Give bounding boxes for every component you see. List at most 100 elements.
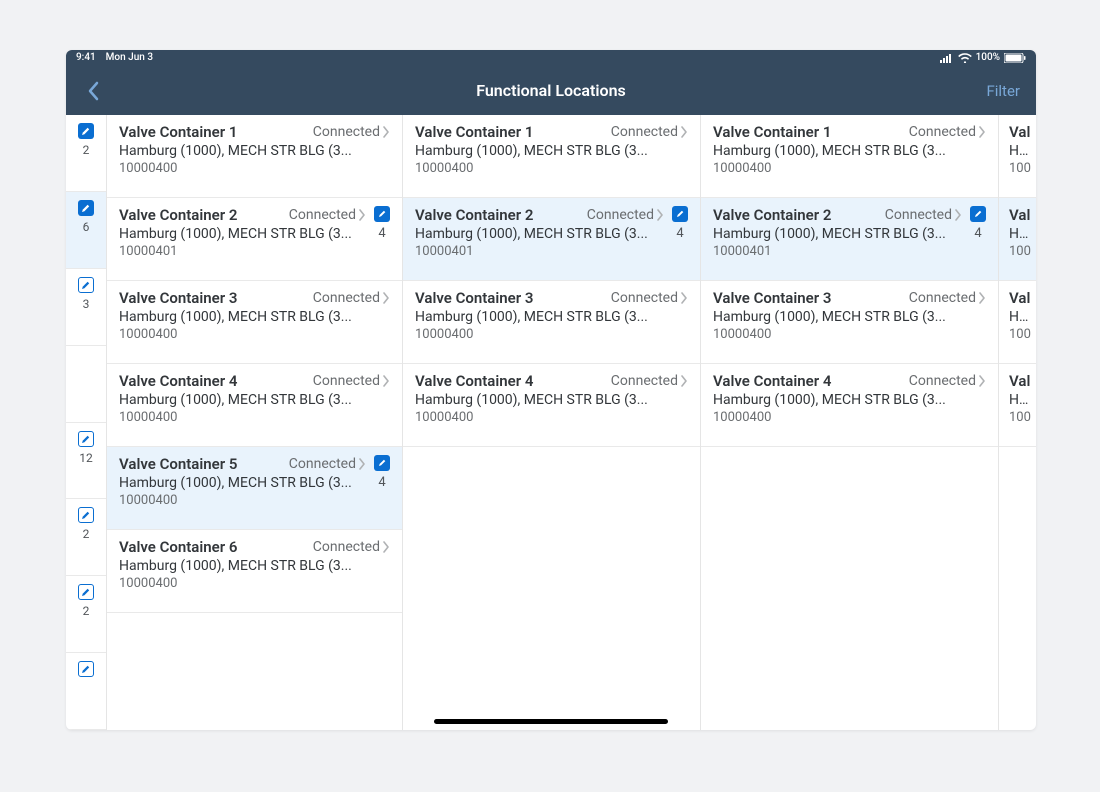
list-item[interactable]: ValHam100 xyxy=(999,281,1036,364)
item-status: Connected xyxy=(611,124,688,140)
item-title: Valve Container 1 xyxy=(415,123,605,141)
item-subtitle: Hamburg (1000), MECH STR BLG (3... xyxy=(415,392,688,408)
item-status-text: Connected xyxy=(313,373,380,389)
chevron-right-icon xyxy=(978,126,986,138)
item-status: Connected xyxy=(313,373,390,389)
item-status: Connected xyxy=(909,124,986,140)
item-title: Valve Container 4 xyxy=(415,372,605,390)
edit-icon xyxy=(78,507,94,523)
home-indicator xyxy=(434,719,668,724)
sidebar-item-6[interactable]: 2 xyxy=(66,576,106,653)
item-subtitle: Hamburg (1000), MECH STR BLG (3... xyxy=(119,309,390,325)
list-item[interactable]: Valve Container 1ConnectedHamburg (1000)… xyxy=(403,115,700,198)
list-item[interactable]: Valve Container 4 Connected Hamburg (1000)… xyxy=(403,364,700,447)
list-item[interactable]: ValHam100 xyxy=(999,115,1036,198)
sidebar-item-5[interactable]: 2 xyxy=(66,499,106,576)
sidebar-item-7[interactable] xyxy=(66,653,106,730)
item-subtitle: Hamburg (1000), MECH STR BLG (3... xyxy=(119,226,390,242)
item-status-text: Connected xyxy=(611,373,678,389)
status-bar: 9:41 Mon Jun 3 100% xyxy=(66,50,1036,66)
sidebar-item-3[interactable] xyxy=(66,346,106,423)
item-title: Val xyxy=(1009,289,1036,307)
chevron-right-icon xyxy=(680,126,688,138)
chevron-right-icon xyxy=(382,126,390,138)
sidebar: 2 6 3 12 2 2 xyxy=(66,115,107,730)
badge-count: 4 xyxy=(378,475,385,490)
item-id: 10000400 xyxy=(713,161,986,176)
item-title: Valve Container 5 xyxy=(119,455,283,473)
item-id: 10000401 xyxy=(415,244,688,259)
list-item[interactable]: ValHam100 xyxy=(999,364,1036,447)
content: 2 6 3 12 2 2 Valve Container 1 Connected Hambur… xyxy=(66,115,1036,730)
list-item[interactable]: Valve Container 3ConnectedHamburg (1000)… xyxy=(403,281,700,364)
back-button[interactable] xyxy=(86,81,100,101)
sidebar-count: 3 xyxy=(83,297,90,311)
item-status: Connected xyxy=(909,373,986,389)
item-title: Valve Container 6 xyxy=(119,538,307,556)
edit-icon xyxy=(78,277,94,293)
sidebar-item-4[interactable]: 12 xyxy=(66,423,106,500)
item-subtitle: Hamburg (1000), MECH STR BLG (3... xyxy=(119,392,390,408)
chevron-right-icon xyxy=(382,375,390,387)
item-badge: 4 xyxy=(970,206,986,241)
item-subtitle: Hamburg (1000), MECH STR BLG (3... xyxy=(119,475,390,491)
device-frame: 9:41 Mon Jun 3 100% xyxy=(66,50,1036,730)
battery-icon xyxy=(1004,53,1026,63)
edit-icon xyxy=(78,431,94,447)
list-item[interactable]: Valve Container 2ConnectedHamburg (1000)… xyxy=(403,198,700,281)
list-item[interactable]: Valve Container 5 Connected Hamburg (1000)… xyxy=(107,447,402,530)
list-item[interactable]: Valve Container 1ConnectedHamburg (1000)… xyxy=(701,115,998,198)
item-id: 100 xyxy=(1009,244,1036,259)
list-item[interactable]: Valve Container 4ConnectedHamburg (1000)… xyxy=(701,364,998,447)
item-status: Connected xyxy=(587,207,664,223)
list-item[interactable]: ValHam100 xyxy=(999,198,1036,281)
list-item[interactable]: Valve Container 2ConnectedHamburg (1000)… xyxy=(107,198,402,281)
status-time: 9:41 xyxy=(76,52,96,63)
item-subtitle: Hamburg (1000), MECH STR BLG (3... xyxy=(713,392,986,408)
battery-percent: 100% xyxy=(976,50,1000,66)
edit-icon xyxy=(78,200,94,216)
item-status-text: Connected xyxy=(313,290,380,306)
item-title: Valve Container 4 xyxy=(119,372,307,390)
item-status: Connected xyxy=(611,373,688,389)
sidebar-count: 2 xyxy=(83,604,90,618)
sidebar-item-1[interactable]: 6 xyxy=(66,192,106,269)
list-item[interactable]: Valve Container 6ConnectedHamburg (1000)… xyxy=(107,530,402,613)
edit-icon xyxy=(78,661,94,677)
item-title: Valve Container 3 xyxy=(119,289,307,307)
item-id: 10000400 xyxy=(713,410,986,425)
item-status-text: Connected xyxy=(587,207,654,223)
sidebar-item-0[interactable]: 2 xyxy=(66,115,106,192)
item-status: Connected xyxy=(313,124,390,140)
sidebar-item-2[interactable]: 3 xyxy=(66,269,106,346)
chevron-right-icon xyxy=(680,375,688,387)
chevron-right-icon xyxy=(680,292,688,304)
status-date: Mon Jun 3 xyxy=(106,52,153,63)
list-item[interactable]: Valve Container 1ConnectedHamburg (1000)… xyxy=(107,115,402,198)
item-title: Valve Container 3 xyxy=(713,289,903,307)
badge-count: 4 xyxy=(378,226,385,241)
item-status: Connected xyxy=(885,207,962,223)
item-subtitle: Hamburg (1000), MECH STR BLG (3... xyxy=(713,226,986,242)
item-subtitle: Hamburg (1000), MECH STR BLG (3... xyxy=(713,143,986,159)
pane-2: Valve Container 1ConnectedHamburg (1000)… xyxy=(701,115,999,730)
item-subtitle: Ham xyxy=(1009,309,1036,325)
column-panes: Valve Container 1 Connected Hamburg (1000)… xyxy=(107,115,1036,730)
item-status: Connected xyxy=(289,456,366,472)
filter-button[interactable]: Filter xyxy=(986,82,1020,100)
item-status-text: Connected xyxy=(909,373,976,389)
item-subtitle: Hamburg (1000), MECH STR BLG (3... xyxy=(119,558,390,574)
item-subtitle: Ham xyxy=(1009,226,1036,242)
list-item[interactable]: Valve Container 3ConnectedHamburg (1000)… xyxy=(701,281,998,364)
item-status: Connected xyxy=(909,290,986,306)
item-id: 10000400 xyxy=(415,327,688,342)
edit-icon xyxy=(78,123,94,139)
list-item[interactable]: Valve Container 2ConnectedHamburg (1000)… xyxy=(701,198,998,281)
list-item[interactable]: Valve Container 4 Connected Hamburg (1000)… xyxy=(107,364,402,447)
item-title: Val xyxy=(1009,123,1036,141)
list-item[interactable]: Valve Container 3 Connected Hamburg (1000)… xyxy=(107,281,402,364)
item-status-text: Connected xyxy=(909,290,976,306)
sidebar-count: 6 xyxy=(83,220,90,234)
sidebar-count: 2 xyxy=(83,527,90,541)
item-subtitle: Ham xyxy=(1009,143,1036,159)
